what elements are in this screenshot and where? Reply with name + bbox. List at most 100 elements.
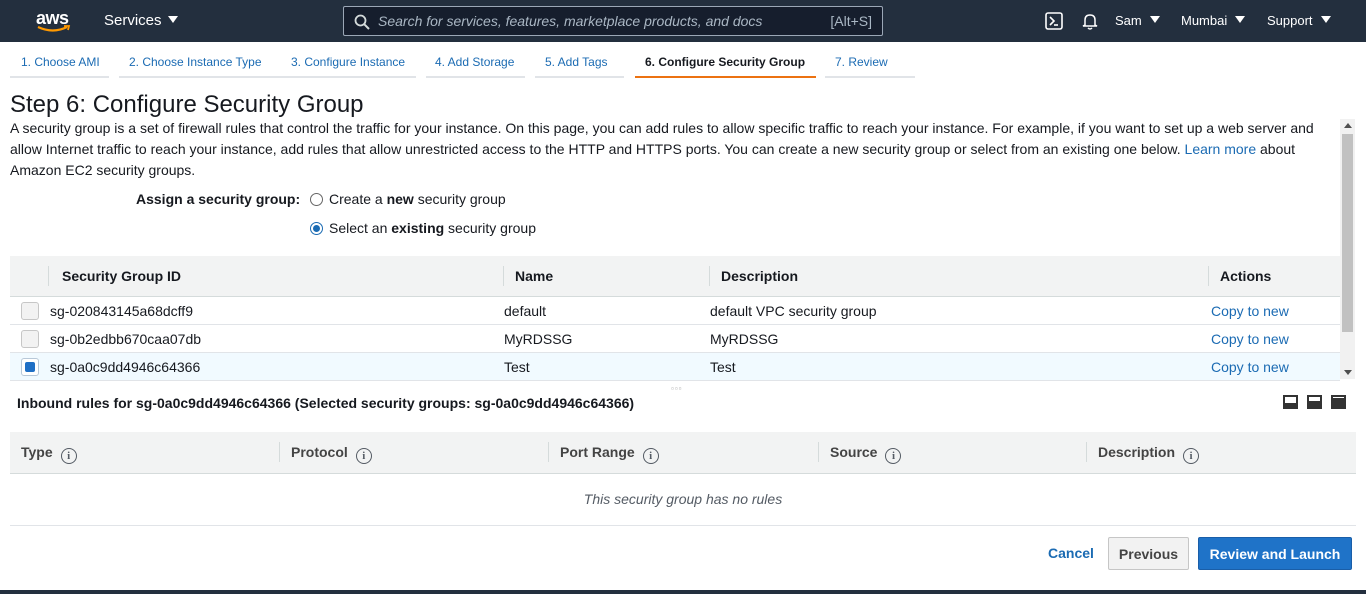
header-label: Type — [21, 444, 53, 460]
icon-fill — [1333, 398, 1344, 407]
radio-label-bold: existing — [391, 220, 445, 236]
scroll-down-arrow-icon[interactable] — [1344, 370, 1352, 375]
scrollbar-thumb[interactable] — [1342, 134, 1353, 332]
cloudshell-icon[interactable] — [1045, 12, 1063, 30]
column-separator — [709, 266, 710, 286]
column-separator — [1208, 266, 1209, 286]
security-group-description: Test — [710, 359, 736, 375]
region-label: Mumbai — [1181, 13, 1228, 28]
search-icon — [354, 14, 370, 30]
vertical-scrollbar[interactable] — [1340, 119, 1355, 379]
radio-label-post: security group — [413, 191, 506, 207]
radio-button-checked[interactable] — [310, 222, 323, 235]
tab-review[interactable]: 7. Review — [825, 48, 915, 78]
security-group-description: default VPC security group — [710, 303, 877, 319]
page-title: Step 6: Configure Security Group — [10, 91, 364, 118]
support-menu[interactable]: Support — [1267, 13, 1331, 28]
header-label: Source — [830, 444, 878, 460]
info-icon[interactable]: i — [1183, 448, 1200, 464]
security-group-id: sg-020843145a68dcff9 — [50, 303, 193, 319]
info-icon[interactable]: i — [60, 448, 77, 464]
column-header-protocol: Protocol i — [291, 444, 372, 464]
security-group-id: sg-0b2edbb670caa07db — [50, 331, 202, 347]
radio-button-unchecked[interactable] — [310, 193, 323, 206]
notifications-bell-icon[interactable] — [1081, 12, 1099, 30]
caret-down-icon — [1149, 16, 1160, 23]
row-checkbox[interactable] — [21, 302, 39, 320]
caret-down-icon — [167, 16, 178, 23]
user-menu[interactable]: Sam — [1115, 13, 1160, 28]
support-label: Support — [1267, 13, 1313, 28]
search-box[interactable]: [Alt+S] — [343, 6, 883, 36]
tab-configure-security-group[interactable]: 6. Configure Security Group — [635, 48, 816, 78]
search-shortcut: [Alt+S] — [830, 13, 872, 29]
security-groups-table: Security Group ID Name Description Actio… — [10, 256, 1340, 381]
table-header: Type i Protocol i Port Range i Source i Desc… — [10, 432, 1356, 474]
view-bottom-pane-icon[interactable] — [1283, 395, 1298, 409]
top-navigation-bar: aws Services [Alt+S] Sam Mumbai Support — [0, 0, 1366, 42]
copy-to-new-link[interactable]: Copy to new — [1211, 331, 1289, 347]
tab-choose-instance-type[interactable]: 2. Choose Instance Type — [119, 48, 282, 78]
table-row[interactable]: sg-0b2edbb670caa07db MyRDSSG MyRDSSG Cop… — [10, 325, 1340, 353]
tab-configure-instance[interactable]: 3. Configure Instance — [282, 48, 416, 78]
resize-grip-icon[interactable]: ▫▫▫ — [671, 384, 683, 393]
info-icon[interactable]: i — [642, 448, 659, 464]
radio-label-post: security group — [444, 220, 536, 236]
bottom-border — [0, 590, 1366, 594]
inbound-rules-table: Type i Protocol i Port Range i Source i Desc… — [10, 432, 1356, 526]
inbound-rules-title: Inbound rules for sg-0a0c9dd4946c64366 (… — [17, 395, 635, 411]
column-header-source: Source i — [830, 444, 902, 464]
services-label: Services — [104, 12, 162, 29]
view-split-pane-icon[interactable] — [1307, 395, 1322, 409]
description-text: A security group is a set of firewall ru… — [10, 120, 1314, 157]
column-separator — [1086, 442, 1087, 462]
scroll-up-arrow-icon[interactable] — [1344, 123, 1352, 128]
column-header-type: Type i — [21, 444, 77, 464]
radio-create-new-security-group[interactable]: Create a new security group — [310, 191, 506, 207]
assign-security-group-label: Assign a security group: — [136, 191, 301, 207]
security-group-name: Test — [504, 359, 530, 375]
aws-smile-icon — [37, 25, 71, 32]
security-group-id: sg-0a0c9dd4946c64366 — [50, 359, 201, 375]
user-label: Sam — [1115, 13, 1142, 28]
radio-label-pre: Select an — [329, 220, 392, 236]
column-header-security-group-id[interactable]: Security Group ID — [62, 268, 181, 284]
header-label: Protocol — [291, 444, 348, 460]
services-menu[interactable]: Services — [104, 12, 178, 29]
row-checkbox-checked[interactable] — [21, 358, 39, 376]
learn-more-link[interactable]: Learn more — [1185, 141, 1257, 157]
column-header-description: Description i — [1098, 444, 1200, 464]
column-separator — [48, 266, 49, 286]
icon-fill — [1285, 403, 1296, 407]
column-header-name[interactable]: Name — [515, 268, 553, 284]
info-icon[interactable]: i — [355, 448, 372, 464]
aws-logo[interactable]: aws — [36, 9, 72, 35]
page-description: A security group is a set of firewall ru… — [10, 118, 1330, 181]
row-checkbox[interactable] — [21, 330, 39, 348]
tab-add-storage[interactable]: 4. Add Storage — [426, 48, 525, 78]
info-icon[interactable]: i — [885, 448, 902, 464]
view-top-pane-icon[interactable] — [1331, 395, 1346, 409]
tab-add-tags[interactable]: 5. Add Tags — [535, 48, 624, 78]
security-group-name: default — [504, 303, 547, 319]
search-input[interactable] — [378, 9, 818, 33]
empty-rules-message: This security group has no rules — [10, 474, 1356, 526]
review-and-launch-button[interactable]: Review and Launch — [1198, 537, 1352, 570]
header-label: Port Range — [560, 444, 635, 460]
radio-select-existing-security-group[interactable]: Select an existing security group — [310, 220, 536, 236]
cancel-button[interactable]: Cancel — [1048, 545, 1094, 561]
copy-to-new-link[interactable]: Copy to new — [1211, 303, 1289, 319]
column-header-description[interactable]: Description — [721, 268, 798, 284]
column-header-actions: Actions — [1220, 268, 1272, 284]
security-group-name: MyRDSSG — [504, 331, 573, 347]
region-menu[interactable]: Mumbai — [1181, 13, 1246, 28]
copy-to-new-link[interactable]: Copy to new — [1211, 359, 1289, 375]
radio-label-pre: Create a — [329, 191, 387, 207]
tab-choose-ami[interactable]: 1. Choose AMI — [10, 48, 109, 78]
table-row[interactable]: sg-020843145a68dcff9 default default VPC… — [10, 297, 1340, 325]
table-row-selected[interactable]: sg-0a0c9dd4946c64366 Test Test Copy to n… — [10, 353, 1340, 381]
column-separator — [548, 442, 549, 462]
previous-button[interactable]: Previous — [1108, 537, 1189, 570]
column-separator — [279, 442, 280, 462]
column-separator — [818, 442, 819, 462]
